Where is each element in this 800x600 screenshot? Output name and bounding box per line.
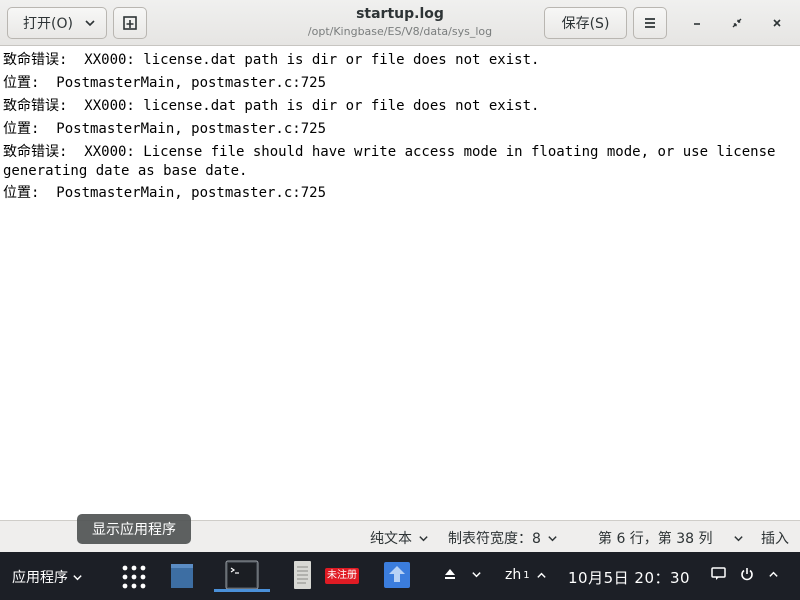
app-grid-icon bbox=[122, 565, 146, 589]
upload-arrow-icon bbox=[384, 562, 410, 588]
clock[interactable]: 10月5日 20：30 bbox=[568, 567, 690, 588]
chevron-down-icon bbox=[419, 535, 428, 541]
notification-icon bbox=[711, 567, 726, 580]
tab-width-label: 制表符宽度：8 bbox=[448, 531, 541, 547]
active-window-indicator bbox=[214, 589, 270, 592]
eject-indicator[interactable] bbox=[443, 567, 482, 581]
system-tray[interactable] bbox=[711, 567, 779, 581]
input-method-sub-label: 1 bbox=[523, 569, 530, 581]
chevron-down-icon bbox=[85, 20, 95, 27]
chevron-up-icon bbox=[769, 571, 778, 577]
hamburger-menu-icon bbox=[645, 18, 655, 28]
input-method-label: zh bbox=[505, 567, 522, 583]
power-icon bbox=[741, 568, 753, 581]
cursor-position-label: 第 6 行，第 38 列 bbox=[598, 531, 713, 547]
taskbar-app-update[interactable] bbox=[382, 558, 412, 592]
show-applications-tooltip: 显示应用程序 bbox=[77, 514, 191, 544]
cursor-position-selector[interactable]: 第 6 行，第 38 列 bbox=[598, 528, 744, 548]
taskbar-app-text-editor[interactable] bbox=[286, 558, 316, 592]
taskbar-app-file-manager[interactable] bbox=[162, 558, 198, 592]
taskbar-app-terminal[interactable] bbox=[214, 558, 270, 592]
applications-menu-label: 应用程序 bbox=[12, 570, 68, 586]
close-icon bbox=[773, 19, 781, 27]
language-selector[interactable]: 纯文本 bbox=[370, 528, 429, 548]
open-button[interactable]: 打开(O) bbox=[7, 7, 107, 39]
document-title: startup.log bbox=[356, 6, 444, 22]
chevron-up-icon bbox=[536, 572, 546, 578]
language-label: 纯文本 bbox=[370, 531, 412, 547]
insert-mode-indicator[interactable]: 插入 bbox=[761, 528, 789, 548]
menu-button[interactable] bbox=[633, 7, 667, 39]
save-button-label: 保存(S) bbox=[561, 16, 610, 32]
taskbar: 应用程序 未注册 zh 1 10月5日 20：30 bbox=[0, 552, 800, 600]
log-line: 位置: PostmasterMain, postmaster.c:725 bbox=[3, 185, 327, 201]
unregistered-badge[interactable]: 未注册 bbox=[325, 568, 359, 584]
minimize-button[interactable] bbox=[685, 11, 709, 35]
chevron-down-icon bbox=[548, 535, 557, 541]
log-line: 致命错误: XX000: license.dat path is dir or … bbox=[3, 98, 540, 114]
save-button[interactable]: 保存(S) bbox=[544, 7, 627, 39]
document-path: /opt/Kingbase/ES/V8/data/sys_log bbox=[307, 25, 493, 38]
input-method-indicator[interactable]: zh 1 bbox=[505, 567, 547, 583]
open-button-label: 打开(O) bbox=[23, 16, 73, 32]
terminal-icon bbox=[225, 560, 259, 590]
chevron-down-icon bbox=[73, 574, 82, 580]
text-editor-icon bbox=[294, 561, 311, 589]
maximize-button[interactable] bbox=[725, 11, 749, 35]
tab-width-selector[interactable]: 制表符宽度：8 bbox=[448, 528, 558, 548]
folder-icon bbox=[171, 564, 193, 588]
restore-icon bbox=[732, 18, 742, 28]
insert-mode-label: 插入 bbox=[761, 531, 789, 547]
log-line: 致命错误: XX000: License file should have wr… bbox=[3, 144, 784, 179]
close-button[interactable] bbox=[765, 11, 789, 35]
chevron-down-icon bbox=[733, 535, 743, 541]
new-document-icon bbox=[123, 16, 137, 30]
minimize-icon bbox=[694, 23, 700, 25]
new-document-button[interactable] bbox=[113, 7, 147, 39]
log-line: 致命错误: XX000: license.dat path is dir or … bbox=[3, 52, 540, 68]
applications-menu[interactable]: 应用程序 bbox=[12, 567, 83, 587]
text-editor[interactable]: 致命错误: XX000: license.dat path is dir or … bbox=[0, 47, 800, 520]
header-bar: 打开(O) startup.log /opt/Kingbase/ES/V8/da… bbox=[0, 0, 800, 46]
log-line: 位置: PostmasterMain, postmaster.c:725 bbox=[3, 121, 327, 137]
show-applications-button[interactable] bbox=[115, 558, 153, 596]
eject-icon bbox=[445, 569, 455, 579]
chevron-down-icon bbox=[472, 571, 481, 577]
log-line: 位置: PostmasterMain, postmaster.c:725 bbox=[3, 75, 327, 91]
window-title: startup.log /opt/Kingbase/ES/V8/data/sys… bbox=[250, 5, 550, 40]
